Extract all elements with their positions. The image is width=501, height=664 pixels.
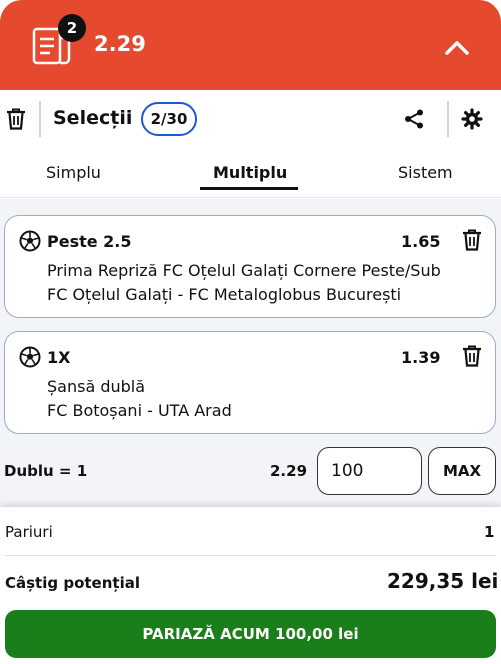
bet-type-tabs: Simplu Multiplu Sistem: [0, 152, 501, 198]
selections-toolbar: Selecții 2/30: [0, 90, 501, 150]
selection-market: Peste 2.5: [47, 232, 132, 251]
gear-icon[interactable]: [461, 108, 483, 130]
tab-simplu[interactable]: Simplu: [46, 163, 101, 182]
divider: [39, 101, 41, 137]
selection-count-badge: 2: [58, 14, 86, 42]
selection-match: FC Botoșani - UTA Arad: [47, 401, 232, 420]
selection-match: FC Oțelul Galați - FC Metaloglobus Bucur…: [47, 285, 402, 304]
selection-odds: 1.65: [401, 232, 441, 251]
selection-card: 1X 1.39 Șansă dublă FC Botoșani - UTA Ar…: [4, 331, 496, 434]
selections-count-pill: 2/30: [141, 102, 197, 136]
place-bet-button[interactable]: PARIAZĂ ACUM 100,00 lei: [5, 610, 496, 658]
divider: [447, 101, 449, 137]
share-icon[interactable]: [403, 108, 425, 130]
selections-title: Selecții: [53, 107, 133, 129]
selection-bet-type: Prima Repriză FC Oțelul Galați Cornere P…: [47, 261, 441, 280]
bets-count-label: Pariuri: [5, 523, 53, 541]
max-stake-button[interactable]: MAX: [428, 447, 496, 495]
selection-odds: 1.39: [401, 348, 441, 367]
chevron-up-icon[interactable]: [440, 34, 474, 60]
betslip-header[interactable]: 2 2.29: [0, 0, 501, 90]
multi-bet-label: Dublu = 1: [4, 462, 88, 480]
stake-input[interactable]: [317, 447, 422, 495]
bet-summary: Pariuri 1 Câștig potențial 229,35 lei PA…: [0, 507, 501, 664]
potential-win-value: 229,35 lei: [387, 569, 499, 593]
active-tab-indicator: [200, 187, 298, 190]
trash-icon[interactable]: [6, 108, 26, 130]
selection-card: Peste 2.5 1.65 Prima Repriză FC Oțelul G…: [4, 215, 496, 318]
tab-multiplu[interactable]: Multiplu: [213, 163, 287, 182]
selections-list: Peste 2.5 1.65 Prima Repriză FC Oțelul G…: [0, 199, 501, 507]
bets-count-value: 1: [484, 523, 495, 541]
header-total-odds: 2.29: [94, 32, 146, 56]
trash-icon[interactable]: [462, 229, 482, 251]
selection-market: 1X: [47, 348, 71, 367]
trash-icon[interactable]: [462, 345, 482, 367]
selection-bet-type: Șansă dublă: [47, 377, 146, 396]
divider: [5, 555, 496, 556]
potential-win-label: Câștig potențial: [5, 574, 140, 592]
soccer-ball-icon: [19, 230, 41, 252]
multi-bet-odds: 2.29: [270, 462, 308, 480]
soccer-ball-icon: [19, 346, 41, 368]
tab-sistem[interactable]: Sistem: [398, 163, 453, 182]
